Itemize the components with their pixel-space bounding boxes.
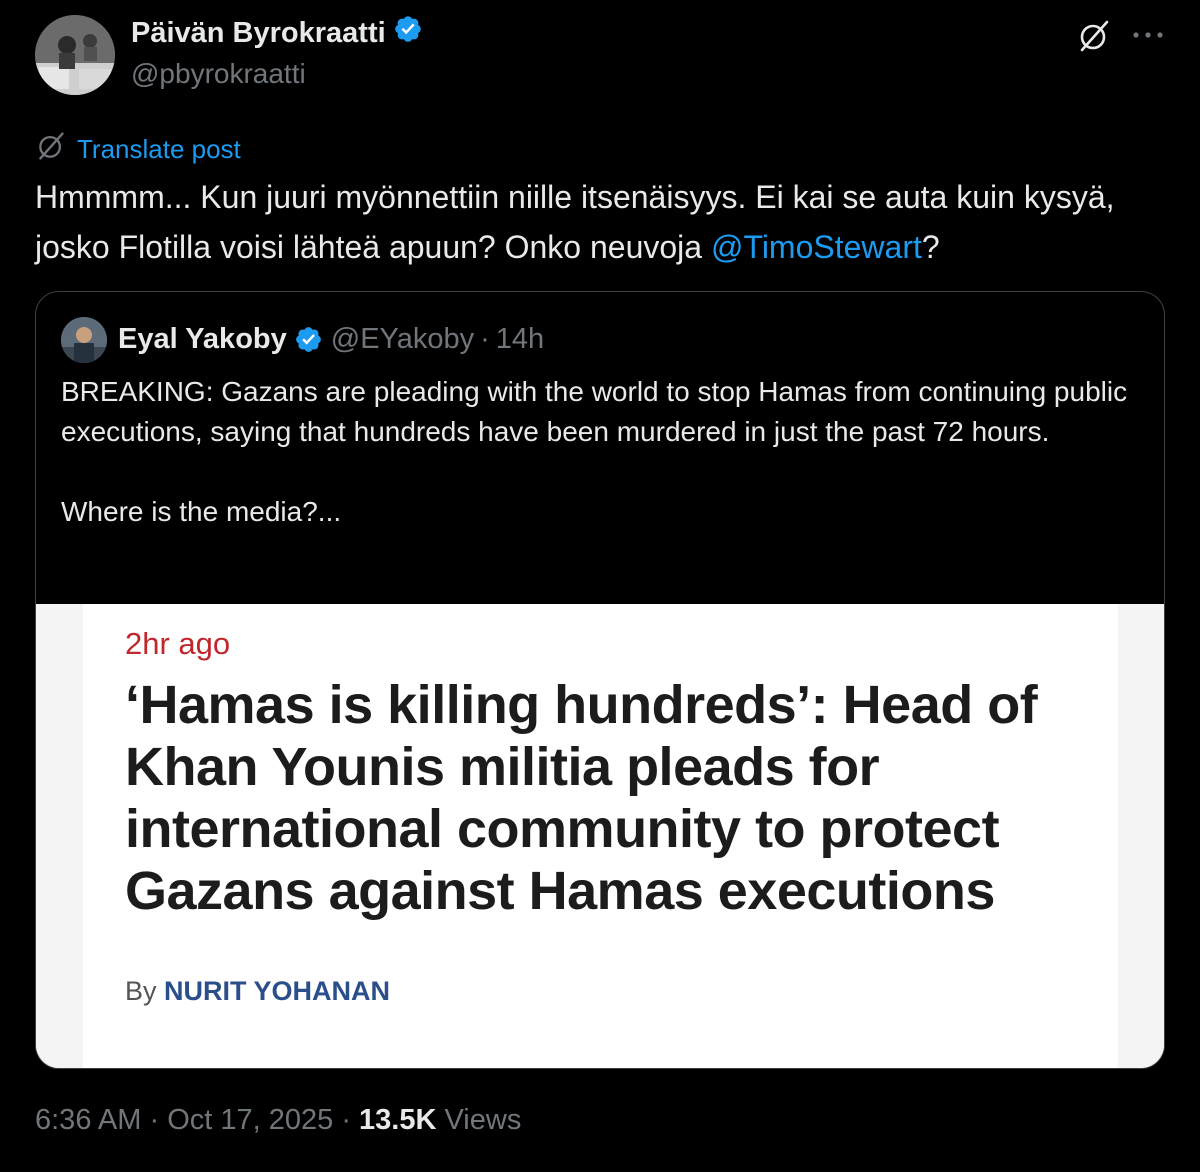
author-name[interactable]: Päivän Byrokraatti xyxy=(131,17,386,50)
quoted-author-name[interactable]: Eyal Yakoby xyxy=(118,323,287,356)
media-border-right xyxy=(1118,604,1164,1068)
post-time[interactable]: 6:36 AM xyxy=(35,1104,141,1136)
mention-link[interactable]: @TimoStewart xyxy=(711,229,922,265)
article-headline: ‘Hamas is killing hundreds’: Head of Kha… xyxy=(125,675,1038,921)
quoted-timestamp[interactable]: 14h xyxy=(496,323,544,356)
post-text-main: Hmmmm... Kun juuri myönnettiin niille it… xyxy=(35,179,1115,265)
translate-icon xyxy=(35,130,67,169)
quoted-author-handle[interactable]: @EYakoby xyxy=(331,323,474,356)
author-handle[interactable]: @pbyrokraatti xyxy=(131,58,306,90)
media-border-left xyxy=(36,604,83,1068)
post-text-end: ? xyxy=(921,229,940,265)
quoted-text-paragraph: BREAKING: Gazans are pleading with the w… xyxy=(61,376,1128,447)
article-byline: By NURIT YOHANAN xyxy=(125,976,390,1007)
grok-icon[interactable] xyxy=(1076,18,1112,54)
verified-badge-icon xyxy=(294,325,323,354)
quoted-author-avatar[interactable] xyxy=(61,317,107,363)
byline-prefix: By xyxy=(125,976,157,1006)
post-meta: 6:36 AM · Oct 17, 2025 · 13.5K Views xyxy=(35,1104,521,1137)
translate-post-link[interactable]: Translate post xyxy=(35,130,241,169)
quoted-text-paragraph: Where is the media?... xyxy=(61,496,342,527)
more-icon[interactable] xyxy=(1128,17,1168,53)
quoted-media-image[interactable]: 2hr ago ‘Hamas is killing hundreds’: Hea… xyxy=(36,604,1164,1068)
translate-label[interactable]: Translate post xyxy=(77,134,241,165)
post-text: Hmmmm... Kun juuri myönnettiin niille it… xyxy=(35,172,1165,272)
author-name-row[interactable]: Päivän Byrokraatti xyxy=(131,14,423,52)
views-count: 13.5K xyxy=(359,1104,437,1136)
meta-separator: · xyxy=(341,1104,360,1136)
quoted-post[interactable]: Eyal Yakoby @EYakoby · 14h BREAKING: Gaz… xyxy=(35,291,1165,1069)
quoted-text: BREAKING: Gazans are pleading with the w… xyxy=(61,372,1151,532)
views-label: Views xyxy=(444,1104,522,1136)
byline-author: NURIT YOHANAN xyxy=(164,976,391,1006)
verified-badge-icon xyxy=(393,14,423,52)
post-date[interactable]: Oct 17, 2025 xyxy=(167,1104,333,1136)
article-time-ago: 2hr ago xyxy=(125,626,231,661)
quoted-separator: · xyxy=(480,323,490,355)
author-avatar[interactable] xyxy=(35,15,115,95)
quoted-header: Eyal Yakoby @EYakoby · 14h xyxy=(118,323,544,356)
meta-separator: · xyxy=(149,1104,168,1136)
